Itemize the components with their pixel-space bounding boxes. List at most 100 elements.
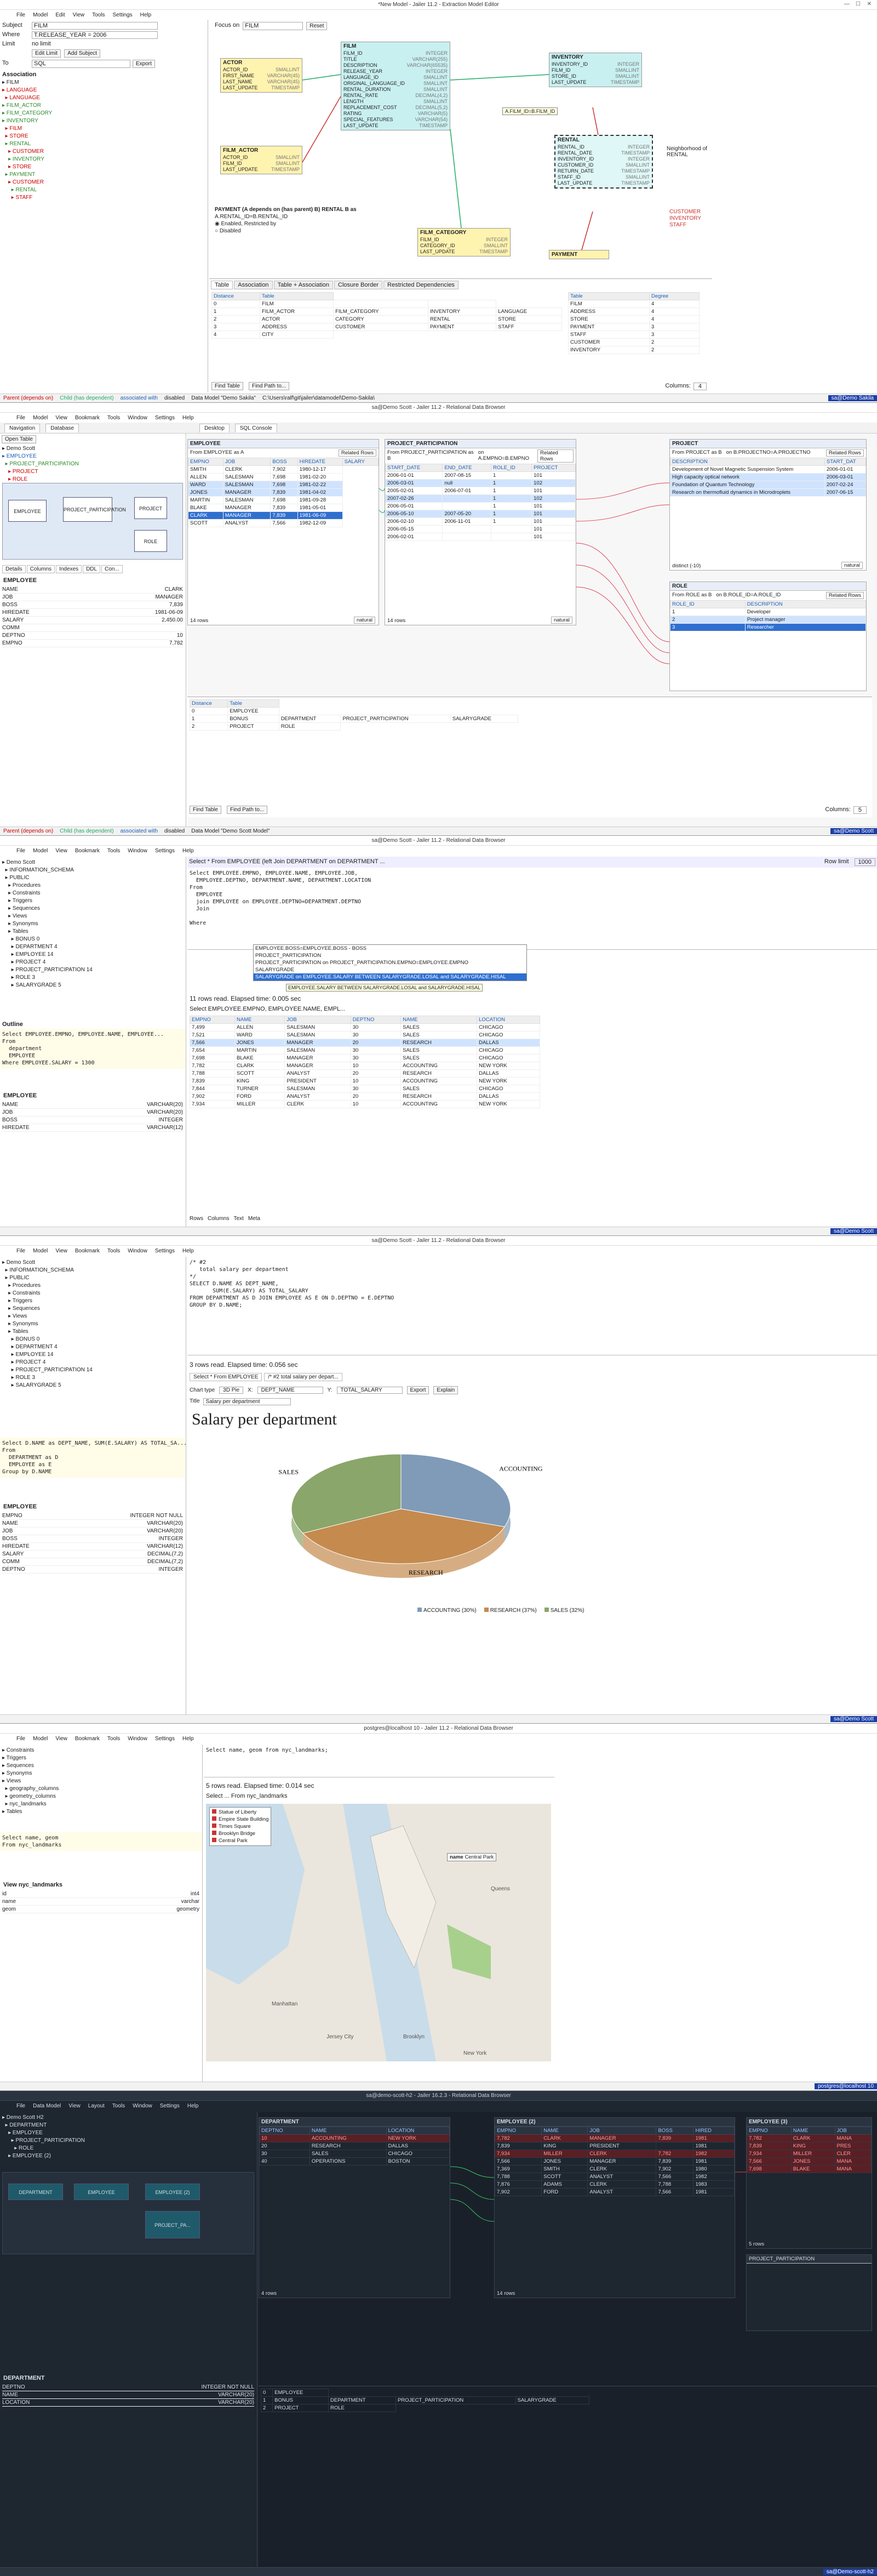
menu-item-7[interactable]: Help: [182, 1736, 194, 1742]
menu-item-3[interactable]: Bookmark: [75, 848, 100, 854]
closure-tab-4[interactable]: Restricted Dependencies: [383, 281, 458, 289]
table-row[interactable]: 7,902 FORD ANALYST 20 RESEARCH DALLAS: [189, 1092, 540, 1101]
x-select[interactable]: DEPT_NAME: [257, 1387, 323, 1394]
details-tab-2[interactable]: Indexes: [56, 565, 82, 573]
column-header[interactable]: END_DATE: [442, 464, 492, 472]
tree-item[interactable]: ▸ Sequences: [2, 905, 184, 913]
menu-item-6[interactable]: Settings: [160, 2103, 180, 2109]
result-tab-3[interactable]: Meta: [248, 1216, 260, 1222]
tree-item[interactable]: ▸ Synonyms: [2, 920, 184, 928]
table-row[interactable]: CLARK MANAGER 7,839 1981-06-09: [188, 511, 379, 520]
menu-item-3[interactable]: Layout: [88, 2103, 105, 2109]
map-view[interactable]: Statue of Liberty Empire State Building Ti…: [206, 1804, 551, 2061]
tree-item[interactable]: ▸ PUBLIC: [2, 874, 184, 882]
table-row[interactable]: 0 FILM: [211, 300, 562, 308]
column-header[interactable]: EMPNO: [747, 2127, 792, 2135]
entity-rental[interactable]: RENTAL RENTAL_ID INTEGER RENTAL_DATE TIMESTA…: [554, 135, 653, 189]
tree-item[interactable]: ▸ ROLE 3: [2, 1374, 184, 1382]
column-header[interactable]: NAME: [541, 2127, 588, 2135]
column-header[interactable]: EMPNO: [188, 458, 223, 466]
tree-item[interactable]: ▸ SALARYGRADE 5: [2, 1382, 184, 1389]
column-header[interactable]: Table: [227, 699, 279, 708]
tree-item[interactable]: ▸ PROJECT_PARTICIPATION 14: [2, 1366, 184, 1374]
schema-tree[interactable]: ▸ Demo Scott ▸ INFORMATION_SCHEMA ▸ PUBL…: [0, 857, 186, 991]
column-header[interactable]: DESCRIPTION: [744, 600, 867, 608]
table-row[interactable]: High capacity optical network 2006-03-01: [670, 473, 867, 481]
table-row[interactable]: Research on thermofluid dynamics in Micr…: [670, 488, 867, 497]
tree-item[interactable]: ▸ Constraints: [2, 1290, 184, 1297]
table-row[interactable]: Foundation of Quantum Technology 2007-02-…: [670, 481, 867, 489]
table-row[interactable]: 0 EMPLOYEE: [260, 2389, 589, 2397]
tree-item[interactable]: ▸ FILM: [2, 125, 205, 133]
table-row[interactable]: 2006-02-01 101: [385, 533, 576, 541]
column-header[interactable]: Table: [568, 292, 650, 300]
column-header[interactable]: Table: [259, 292, 334, 300]
table-row[interactable]: 7,782 CLARK MANAGER 10 ACCOUNTING NEW YORK: [189, 1062, 540, 1070]
menu-item-5[interactable]: Settings: [112, 12, 132, 18]
menu-item-0[interactable]: File: [16, 848, 25, 854]
to-select[interactable]: SQL: [32, 60, 130, 68]
column-header[interactable]: NAME: [790, 2127, 835, 2135]
table-row[interactable]: 10 ACCOUNTING NEW YORK: [259, 2134, 450, 2142]
menu-item-2[interactable]: Edit: [55, 12, 65, 18]
table-row[interactable]: 7,521 WARD SALESMAN 30 SALES CHICAGO: [189, 1031, 540, 1039]
tree-item[interactable]: ▸ Procedures: [2, 1282, 184, 1290]
table-row[interactable]: 2006-03-01 null 1 102: [385, 479, 576, 487]
table-row[interactable]: 40 OPERATIONS BOSTON: [259, 2157, 450, 2165]
column-header[interactable]: DESCRIPTION: [670, 458, 825, 466]
table-row[interactable]: ADDRESS 4: [568, 307, 700, 316]
table-row[interactable]: 30 SALES CHICAGO: [259, 2150, 450, 2158]
tree-item[interactable]: ▸ Triggers: [2, 1754, 200, 1762]
menu-item-2[interactable]: View: [55, 848, 67, 854]
tree-item[interactable]: ▸ Views: [2, 1777, 200, 1785]
table-row[interactable]: INVENTORY 2: [568, 346, 700, 354]
table-row[interactable]: 7,934 MILLER CLERK 7,782 1982: [494, 2150, 735, 2158]
menu-item-0[interactable]: File: [16, 1736, 25, 1742]
sql-editor[interactable]: Select EMPLOYEE.EMPNO, EMPLOYEE.NAME, EM…: [187, 868, 877, 950]
result-tab-1[interactable]: Columns: [208, 1216, 229, 1222]
table-row[interactable]: SMITH CLERK 7,902 1980-12-17: [188, 465, 379, 474]
table-row[interactable]: 2 PROJECT ROLE: [189, 722, 518, 731]
tree-item[interactable]: ▸ FILM_CATEGORY: [2, 110, 205, 117]
tree-item[interactable]: ▸ LANGUAGE: [2, 87, 205, 94]
tree-item[interactable]: ▸ Views: [2, 1313, 184, 1320]
completion-item[interactable]: SALARYGRADE on EMPLOYEE.SALARY BETWEEN S…: [254, 973, 526, 981]
explain-button[interactable]: Explain: [433, 1386, 458, 1394]
tree-item[interactable]: ▸ Tables: [2, 928, 184, 936]
related-rows-button[interactable]: Related Rows: [826, 449, 864, 457]
table-row[interactable]: 7,698 BLAKE MANAGER 30 SALES CHICAGO: [189, 1054, 540, 1062]
column-header[interactable]: DEPTNO: [259, 2127, 310, 2135]
tree-item[interactable]: ▸ Triggers: [2, 1297, 184, 1305]
columns-spinner[interactable]: 5: [853, 806, 867, 814]
table-row[interactable]: 7,499 ALLEN SALESMAN 30 SALES CHICAGO: [189, 1023, 540, 1031]
related-rows-button[interactable]: Related Rows: [826, 592, 864, 599]
disabled-radio[interactable]: ○ Disabled: [215, 227, 395, 235]
menu-item-4[interactable]: Tools: [107, 415, 120, 421]
table-row[interactable]: 7,839 KING PRES: [747, 2142, 872, 2150]
column-header[interactable]: JOB: [284, 1016, 351, 1024]
tree-item[interactable]: ▸ INFORMATION_SCHEMA: [2, 1267, 184, 1274]
where-input[interactable]: T.RELEASE_YEAR = 2006: [32, 31, 158, 39]
title-input[interactable]: Salary per department: [203, 1398, 291, 1405]
column-header[interactable]: START_DAT: [824, 458, 867, 466]
table-row[interactable]: 1 Developer: [670, 608, 867, 616]
overview-role[interactable]: ROLE: [134, 530, 167, 552]
overview-department[interactable]: DEPARTMENT: [8, 2184, 63, 2200]
completion-item[interactable]: SALARYGRADE: [254, 966, 526, 973]
legend-item[interactable]: Statue of Liberty: [212, 1809, 268, 1816]
natural-select[interactable]: natural: [841, 562, 863, 569]
tree-item[interactable]: ▸ EMPLOYEE: [2, 453, 186, 460]
tree-item[interactable]: ▸ CUSTOMER: [2, 148, 205, 156]
menu-item-0[interactable]: File: [16, 415, 25, 421]
menu-item-3[interactable]: View: [73, 12, 85, 18]
tree-item[interactable]: ▸ CUSTOMER: [2, 179, 205, 186]
tree-item[interactable]: ▸ Tables: [2, 1328, 184, 1336]
column-header[interactable]: DEPTNO: [350, 1016, 402, 1024]
table-row[interactable]: 2007-02-26 1 102: [385, 494, 576, 503]
menu-item-3[interactable]: Bookmark: [75, 1736, 100, 1742]
menu-item-1[interactable]: Model: [33, 415, 48, 421]
table-link[interactable]: INVENTORY: [669, 215, 701, 222]
columns-spinner[interactable]: 4: [693, 383, 707, 390]
tree-item[interactable]: ▸ RENTAL: [2, 140, 205, 148]
find-table-button[interactable]: Find Table: [211, 382, 243, 390]
